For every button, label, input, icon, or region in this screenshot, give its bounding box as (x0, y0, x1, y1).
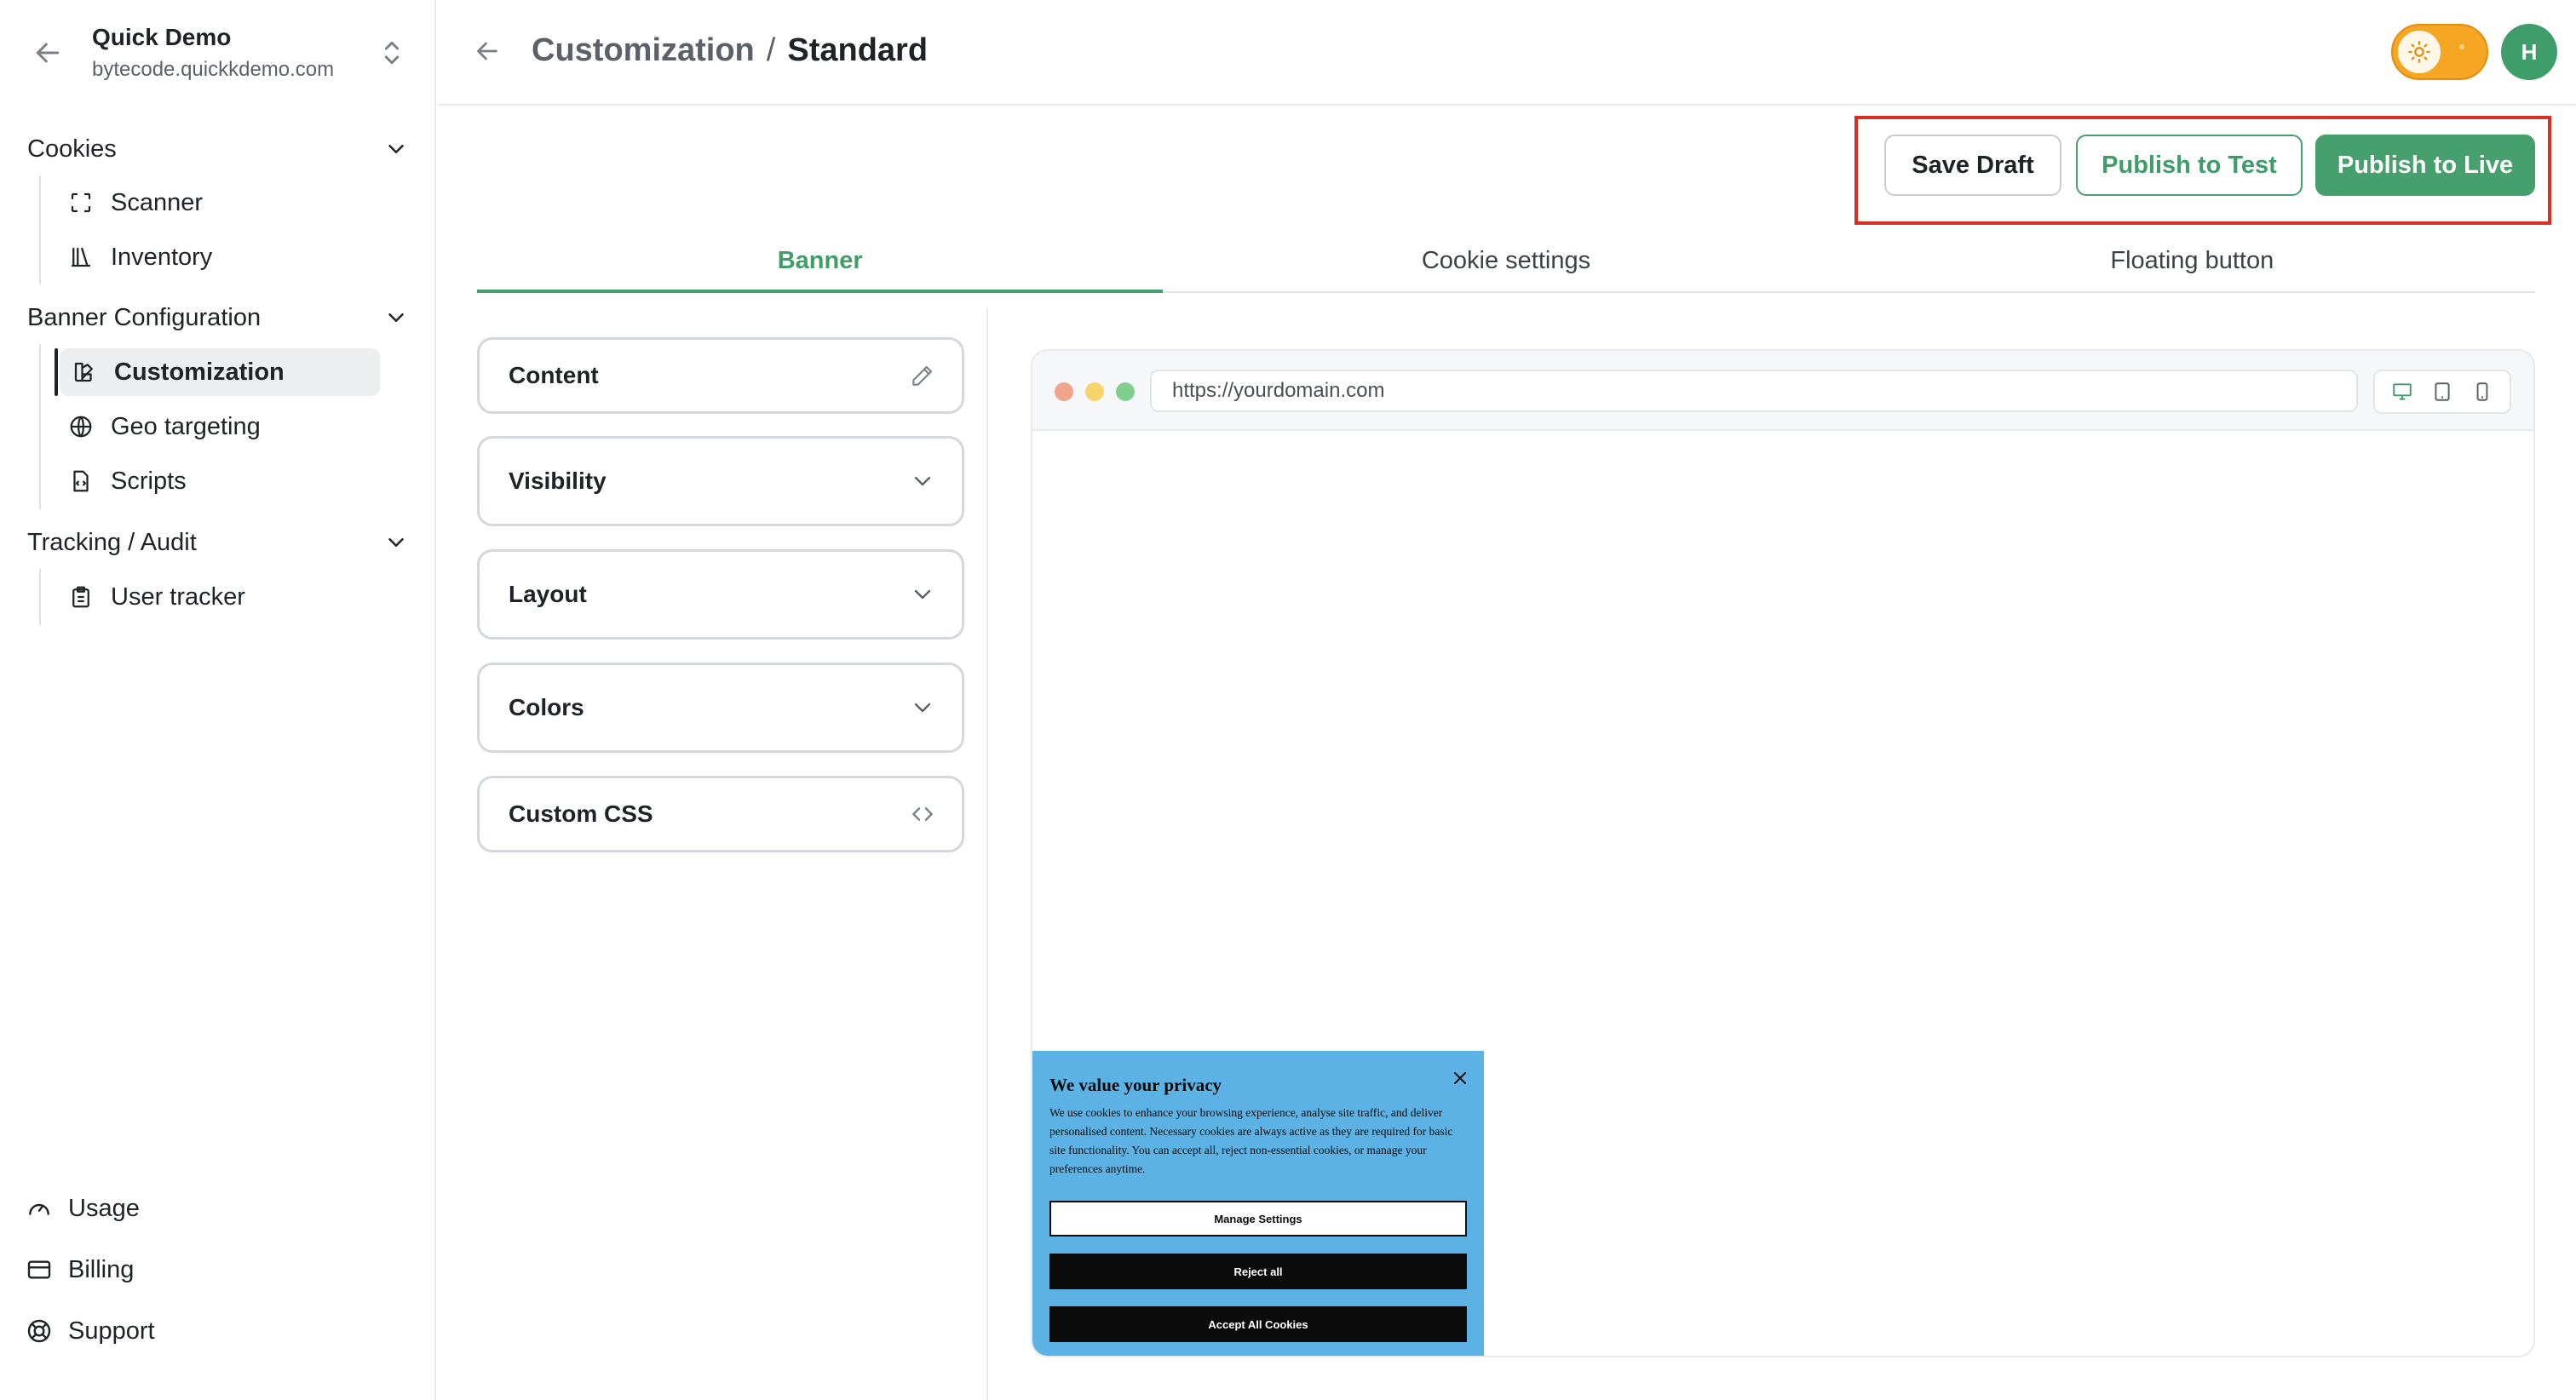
sidebar-item-label: Support (68, 1317, 155, 1345)
publish-to-test-button[interactable]: Publish to Test (2076, 135, 2303, 196)
sidebar-item-support[interactable]: Support (26, 1310, 155, 1352)
cookie-banner-text: We use cookies to enhance your browsing … (1049, 1106, 1453, 1175)
section-title: Tracking / Audit (27, 528, 197, 556)
section-label: Colors (509, 694, 584, 720)
sun-icon (2398, 31, 2441, 73)
sidebar-item-billing[interactable]: Billing (26, 1248, 134, 1291)
breadcrumb: Customization / Standard (532, 32, 928, 69)
section-custom-css[interactable]: Custom CSS (477, 776, 964, 852)
cookie-banner-title: We value your privacy (1049, 1075, 1222, 1095)
section-label: Visibility (509, 468, 607, 494)
life-buoy-icon (27, 1319, 51, 1343)
tab-floating-button[interactable]: Floating button (1849, 230, 2535, 291)
chevron-down-icon (914, 589, 931, 600)
chevron-down-icon (388, 145, 404, 153)
tab-banner[interactable]: Banner (477, 230, 1164, 293)
sidebar-item-label: User tracker (111, 582, 245, 611)
sidebar-item-scanner[interactable]: Scanner (56, 179, 380, 227)
tab-cookie-settings[interactable]: Cookie settings (1163, 230, 1849, 291)
credit-card-icon (27, 1260, 51, 1279)
chevron-down-icon (914, 703, 931, 713)
section-tracking-audit[interactable]: Tracking / Audit (27, 521, 409, 564)
sidebar: Quick Demo bytecode.quickkdemo.com Cooki… (0, 0, 436, 1400)
preview-browser: https://yourdomain.com We value your pri… (1031, 349, 2535, 1357)
publish-to-live-button[interactable]: Publish to Live (2315, 135, 2535, 196)
desktop-icon[interactable] (2391, 381, 2413, 403)
sidebar-item-label: Usage (68, 1194, 140, 1222)
section-colors[interactable]: Colors (477, 663, 964, 753)
chevron-up-down-icon[interactable] (375, 36, 409, 70)
cookie-banner-preview: We value your privacy We use cookies to … (1032, 1051, 1484, 1356)
sidebar-item-usage[interactable]: Usage (26, 1187, 140, 1230)
device-switcher (2373, 370, 2511, 414)
toggle-dot (2459, 44, 2464, 49)
back-arrow-icon[interactable] (31, 36, 65, 70)
panel-divider (986, 308, 988, 1400)
mobile-icon[interactable] (2471, 381, 2493, 403)
section-content[interactable]: Content (477, 337, 964, 414)
browser-toolbar: https://yourdomain.com (1032, 351, 2533, 431)
chevron-down-icon (388, 313, 404, 322)
preview-url-bar: https://yourdomain.com (1150, 370, 2358, 412)
section-banner-configuration[interactable]: Banner Configuration (27, 296, 409, 339)
section-visibility[interactable]: Visibility (477, 436, 964, 526)
pencil-icon[interactable] (909, 362, 936, 389)
sidebar-item-label: Scanner (111, 188, 204, 216)
sidebar-item-inventory[interactable]: Inventory (56, 233, 380, 281)
file-code-icon (73, 470, 89, 492)
section-title: Cookies (27, 135, 117, 163)
section-title: Banner Configuration (27, 303, 262, 331)
page-title: Standard (787, 32, 929, 68)
library-icon (71, 247, 91, 267)
org-name: Quick Demo (92, 24, 232, 50)
sidebar-item-label: Billing (68, 1255, 135, 1283)
sidebar-item-customization[interactable]: Customization (60, 348, 380, 396)
accept-all-button[interactable]: Accept All Cookies (1049, 1306, 1467, 1342)
top-header: Customization / Standard (438, 0, 2576, 106)
traffic-light-maximize (1116, 382, 1135, 401)
theme-toggle[interactable] (2391, 24, 2488, 80)
back-arrow-icon[interactable] (472, 36, 503, 66)
traffic-light-minimize (1085, 382, 1104, 401)
tablet-icon[interactable] (2431, 381, 2453, 403)
sidebar-item-geo-targeting[interactable]: Geo targeting (56, 403, 380, 450)
clipboard-icon (72, 586, 89, 608)
close-icon[interactable] (1450, 1068, 1470, 1088)
section-label: Layout (509, 581, 587, 607)
section-label: Custom CSS (509, 800, 653, 827)
nav-rail (39, 569, 41, 625)
sidebar-item-label: Inventory (111, 243, 213, 271)
active-indicator (55, 348, 58, 396)
nav-rail (39, 344, 41, 509)
gauge-icon (29, 1203, 49, 1215)
section-label: Content (509, 362, 599, 388)
sidebar-item-scripts[interactable]: Scripts (56, 457, 380, 505)
avatar[interactable]: H (2501, 24, 2557, 80)
org-domain: bytecode.quickkdemo.com (92, 58, 335, 81)
nav-rail (39, 175, 41, 284)
palette-icon (74, 362, 93, 382)
sidebar-item-user-tracker[interactable]: User tracker (56, 573, 380, 621)
breadcrumb-separator: / (766, 32, 776, 68)
chevron-down-icon (388, 538, 404, 547)
sidebar-item-label: Geo targeting (111, 412, 261, 440)
traffic-light-close (1055, 382, 1073, 401)
sidebar-item-label: Customization (114, 358, 285, 386)
globe-icon (70, 416, 92, 438)
chevron-down-icon (914, 476, 931, 486)
sidebar-item-label: Scripts (111, 467, 187, 495)
tab-bar: Banner Cookie settings Floating button (477, 230, 2535, 293)
section-layout[interactable]: Layout (477, 549, 964, 640)
manage-settings-button[interactable]: Manage Settings (1049, 1201, 1467, 1236)
org-switcher[interactable]: Quick Demo bytecode.quickkdemo.com (26, 19, 409, 87)
reject-all-button[interactable]: Reject all (1049, 1254, 1467, 1289)
save-draft-button[interactable]: Save Draft (1884, 135, 2061, 196)
code-icon (912, 807, 933, 821)
breadcrumb-parent[interactable]: Customization (532, 32, 755, 69)
scan-icon (71, 192, 91, 213)
section-cookies[interactable]: Cookies (27, 128, 409, 170)
